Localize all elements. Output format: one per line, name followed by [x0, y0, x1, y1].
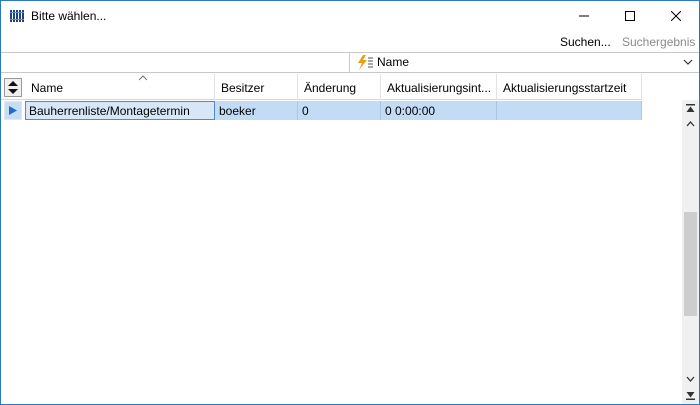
sort-field-value: Name: [377, 55, 410, 69]
column-header-label: Aktualisierungsstartzeit: [503, 81, 627, 95]
chevron-up-icon: [686, 121, 695, 127]
cell-change[interactable]: 0: [298, 101, 381, 120]
dialog-window: Bitte wählen... Suchen... Suchergebnis N…: [0, 0, 700, 405]
search-result-button[interactable]: Suchergebnis: [622, 35, 695, 49]
title-bar: Bitte wählen...: [1, 1, 699, 31]
lightning-sort-icon: [358, 55, 373, 70]
library-books-icon: [10, 10, 24, 22]
data-grid: Name Besitzer Änderung Aktualisierungsin…: [1, 74, 699, 404]
maximize-icon: [625, 11, 635, 21]
close-button[interactable]: [653, 1, 699, 31]
scroll-top-icon: [686, 103, 695, 112]
scrollbar-thumb[interactable]: [684, 212, 697, 316]
filter-row: Name: [1, 52, 699, 73]
window-title: Bitte wählen...: [31, 9, 107, 23]
vertical-scrollbar[interactable]: [682, 100, 699, 404]
column-header-update-interval[interactable]: Aktualisierungsint...: [381, 74, 497, 100]
table-row[interactable]: Bauherrenliste/Montagetermin boeker 0 0 …: [1, 100, 642, 121]
sort-updown-icon: [8, 81, 18, 94]
column-header-label: Änderung: [304, 81, 357, 95]
maximize-button[interactable]: [607, 1, 653, 31]
column-header-owner[interactable]: Besitzer: [215, 74, 298, 100]
row-indicator[interactable]: [4, 101, 22, 120]
scroll-bottom-icon: [686, 391, 695, 400]
current-row-arrow-icon: [9, 106, 17, 115]
cell-owner[interactable]: boeker: [215, 101, 298, 120]
close-icon: [671, 11, 681, 21]
filter-input[interactable]: [1, 53, 350, 72]
sort-ascending-icon: [138, 75, 148, 81]
cell-update-start[interactable]: [497, 101, 642, 120]
column-header-change[interactable]: Änderung: [298, 74, 381, 100]
column-header-label: Name: [31, 81, 64, 95]
toolbar: Suchen... Suchergebnis: [1, 31, 699, 51]
chevron-down-icon: [683, 59, 693, 65]
minimize-icon: [579, 15, 589, 17]
cell-name[interactable]: Bauherrenliste/Montagetermin: [25, 101, 215, 120]
row-sort-button[interactable]: [4, 78, 22, 97]
column-header-update-start[interactable]: Aktualisierungsstartzeit: [497, 74, 642, 100]
search-button[interactable]: Suchen...: [560, 35, 611, 49]
scroll-down-button[interactable]: [682, 371, 699, 387]
chevron-down-icon: [686, 376, 695, 382]
scroll-to-top-button[interactable]: [682, 100, 699, 116]
scroll-up-button[interactable]: [682, 116, 699, 132]
grid-header: Name Besitzer Änderung Aktualisierungsin…: [1, 74, 642, 100]
column-header-label: Aktualisierungsint...: [387, 81, 492, 95]
scroll-to-bottom-button[interactable]: [682, 387, 699, 403]
cell-update-interval[interactable]: 0 0:00:00: [381, 101, 497, 120]
sort-field-dropdown[interactable]: Name: [351, 53, 699, 72]
column-header-label: Besitzer: [221, 81, 265, 95]
minimize-button[interactable]: [561, 1, 607, 31]
column-header-name[interactable]: Name: [25, 74, 215, 100]
